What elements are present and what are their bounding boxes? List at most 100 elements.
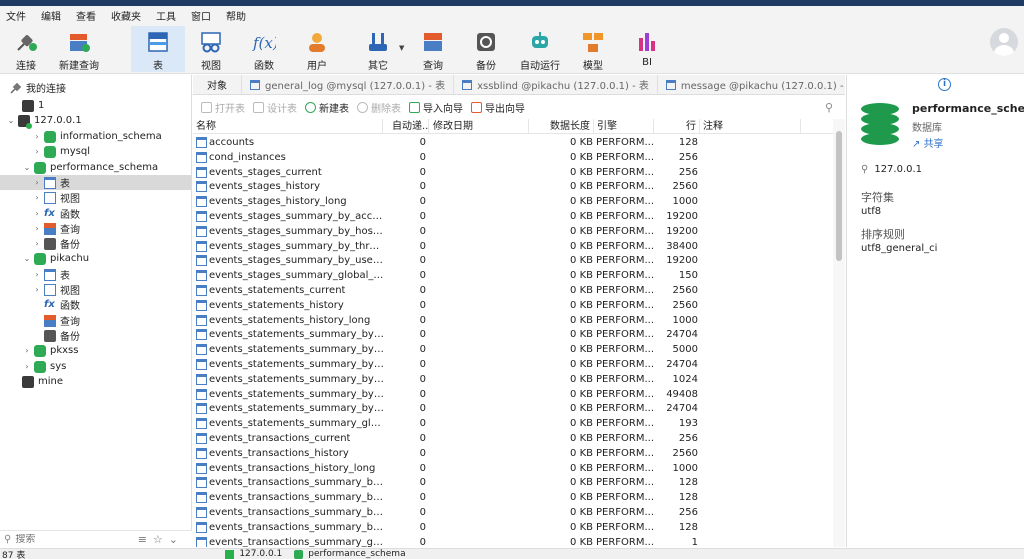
table-row[interactable]: events_stages_summary_global_by_e... 0 0 K… — [193, 268, 833, 283]
tree-db-sys[interactable]: › sys — [0, 359, 191, 374]
tree-ps-backups[interactable]: › 备份 — [0, 236, 191, 251]
info-icon[interactable]: i — [938, 78, 951, 91]
bi-button[interactable]: BI — [632, 26, 662, 72]
other-button[interactable]: 其它 — [358, 26, 398, 72]
tab-general-log[interactable]: general_log @mysql (127.0.0.1) - 表 — [242, 74, 455, 95]
col-auto-increment[interactable]: 自动递... — [389, 119, 429, 134]
table-row[interactable]: events_statements_summary_by_pro... 0 0 KB… — [193, 372, 833, 387]
tree-ps-functions[interactable]: › fx 函数 — [0, 206, 191, 222]
view-button[interactable]: 视图 — [196, 26, 226, 72]
new-query-button[interactable]: 新建查询 — [56, 26, 102, 72]
chevron-right-icon[interactable]: › — [22, 362, 32, 371]
table-row[interactable]: events_stages_current 0 0 KB PERFORM... 256 — [193, 165, 833, 180]
other-dropdown-icon[interactable]: ▼ — [399, 44, 404, 52]
table-row[interactable]: cond_instances 0 0 KB PERFORM... 256 — [193, 150, 833, 165]
chevron-right-icon[interactable]: › — [22, 346, 32, 355]
tree-db-pikachu[interactable]: ⌄ pikachu — [0, 251, 191, 266]
chevron-down-icon[interactable]: ⌄ — [22, 254, 32, 263]
query-button[interactable]: 查询 — [418, 26, 448, 72]
new-table-button[interactable]: 新建表 — [305, 100, 349, 115]
tree-db-pkxss[interactable]: › pkxss — [0, 343, 191, 358]
table-row[interactable]: events_transactions_current 0 0 KB PERFORM.… — [193, 431, 833, 446]
table-row[interactable]: events_statements_summary_by_thre... 0 0 K… — [193, 387, 833, 402]
col-engine[interactable]: 引擎 — [594, 119, 654, 134]
table-row[interactable]: events_stages_history 0 0 KB PERFORM... 2560 — [193, 179, 833, 194]
chevron-right-icon[interactable]: › — [32, 147, 42, 156]
table-row[interactable]: events_stages_summary_by_account_... 0 0 K… — [193, 209, 833, 224]
table-row[interactable]: events_stages_history_long 0 0 KB PERFORM..… — [193, 194, 833, 209]
tree-pk-backups[interactable]: 备份 — [0, 328, 191, 343]
filter-star-collapse-icons[interactable]: ≡☆⌄ — [138, 533, 184, 546]
tab-xssblind[interactable]: xssblind @pikachu (127.0.0.1) - 表 — [454, 74, 658, 95]
connect-button[interactable]: 连接 — [8, 26, 44, 72]
table-row[interactable]: events_statements_summary_by_user... 0 0 K… — [193, 401, 833, 416]
share-link[interactable]: ↗ 共享 — [912, 135, 944, 150]
menu-window[interactable]: 窗口 — [185, 8, 220, 23]
delete-table-button[interactable]: 删除表 — [357, 100, 401, 115]
table-button[interactable]: 表 — [131, 26, 185, 72]
tree-pk-tables[interactable]: › 表 — [0, 267, 191, 282]
model-button[interactable]: 模型 — [578, 26, 608, 72]
table-row[interactable]: events_stages_summary_by_user_by_... 0 0 K… — [193, 253, 833, 268]
menu-tools[interactable]: 工具 — [150, 8, 185, 23]
table-row[interactable]: events_statements_history_long 0 0 KB PERFO… — [193, 313, 833, 328]
chevron-right-icon[interactable]: › — [32, 178, 42, 187]
menu-help[interactable]: 帮助 — [220, 8, 255, 23]
menu-favorites[interactable]: 收藏夹 — [105, 8, 150, 23]
table-row[interactable]: events_transactions_history 0 0 KB PERFORM.… — [193, 446, 833, 461]
open-table-button[interactable]: 打开表 — [201, 100, 245, 115]
tree-db-information-schema[interactable]: › information_schema — [0, 129, 191, 144]
tree-pk-queries[interactable]: 查询 — [0, 313, 191, 328]
backup-button[interactable]: 备份 — [471, 26, 501, 72]
col-name[interactable]: 名称 — [193, 119, 383, 134]
import-wizard-button[interactable]: 导入向导 — [409, 100, 463, 115]
tree-pk-functions[interactable]: fx 函数 — [0, 297, 191, 313]
tree-db-mysql[interactable]: › mysql — [0, 144, 191, 159]
tree-db-performance-schema[interactable]: ⌄ performance_schema — [0, 160, 191, 175]
chevron-right-icon[interactable]: › — [32, 132, 42, 141]
table-row[interactable]: events_stages_summary_by_host_by_... 0 0 K… — [193, 224, 833, 239]
table-scrollbar[interactable] — [833, 119, 845, 547]
tree-ps-tables[interactable]: › 表 — [0, 175, 191, 190]
tree-ps-views[interactable]: › 视图 — [0, 190, 191, 205]
table-row[interactable]: events_statements_summary_by_acc... 0 0 KB… — [193, 327, 833, 342]
chevron-down-icon[interactable]: ⌄ — [22, 163, 32, 172]
col-modified-date[interactable]: 修改日期 — [430, 119, 529, 134]
table-row[interactable]: events_transactions_summary_global... 0 0 … — [193, 535, 833, 547]
chevron-right-icon[interactable]: › — [32, 193, 42, 202]
table-row[interactable]: accounts 0 0 KB PERFORM... 128 — [193, 135, 833, 150]
col-comment[interactable]: 注释 — [700, 119, 801, 134]
function-button[interactable]: f(x) 函数 — [249, 26, 279, 72]
chevron-right-icon[interactable]: › — [32, 270, 42, 279]
chevron-right-icon[interactable]: › — [32, 224, 42, 233]
search-input[interactable] — [15, 533, 116, 545]
table-row[interactable]: events_statements_summary_by_dig... 0 0 KB… — [193, 342, 833, 357]
chevron-right-icon[interactable]: › — [32, 239, 42, 248]
table-row[interactable]: events_transactions_summary_by_acc... 0 0 … — [193, 475, 833, 490]
menu-edit[interactable]: 编辑 — [35, 8, 70, 23]
tab-objects[interactable]: 对象 — [193, 74, 242, 95]
table-row[interactable]: events_statements_current 0 0 KB PERFORM...… — [193, 283, 833, 298]
export-wizard-button[interactable]: 导出向导 — [471, 100, 525, 115]
user-avatar[interactable] — [990, 28, 1018, 56]
col-data-length[interactable]: 数据长度 — [530, 119, 594, 134]
table-row[interactable]: events_statements_history 0 0 KB PERFORM...… — [193, 298, 833, 313]
tab-message[interactable]: message @pikachu (127.0.0.1) - 表 — [658, 74, 866, 95]
tree-conn-1[interactable]: 1 — [0, 98, 191, 113]
table-row[interactable]: events_transactions_summary_by_ho... 0 0 K… — [193, 490, 833, 505]
scrollbar-thumb[interactable] — [836, 131, 842, 261]
menu-view[interactable]: 查看 — [70, 8, 105, 23]
user-button[interactable]: 用户 — [302, 26, 332, 72]
col-rows[interactable]: 行 — [654, 119, 700, 134]
menu-file[interactable]: 文件 — [0, 8, 35, 23]
table-row[interactable]: events_transactions_summary_by_us... 0 0 K… — [193, 520, 833, 535]
design-table-button[interactable]: 设计表 — [253, 100, 297, 115]
tree-pk-views[interactable]: › 视图 — [0, 282, 191, 297]
table-row[interactable]: events_statements_summary_by_host... 0 0 K… — [193, 357, 833, 372]
tree-ps-queries[interactable]: › 查询 — [0, 221, 191, 236]
chevron-right-icon[interactable]: › — [32, 285, 42, 294]
table-row[interactable]: events_stages_summary_by_thread_b... 0 0 K… — [193, 239, 833, 254]
table-row[interactable]: events_transactions_summary_by_thr... 0 0 … — [193, 505, 833, 520]
search-icon[interactable]: ⚲ — [825, 101, 833, 114]
chevron-down-icon[interactable]: ⌄ — [6, 116, 16, 125]
